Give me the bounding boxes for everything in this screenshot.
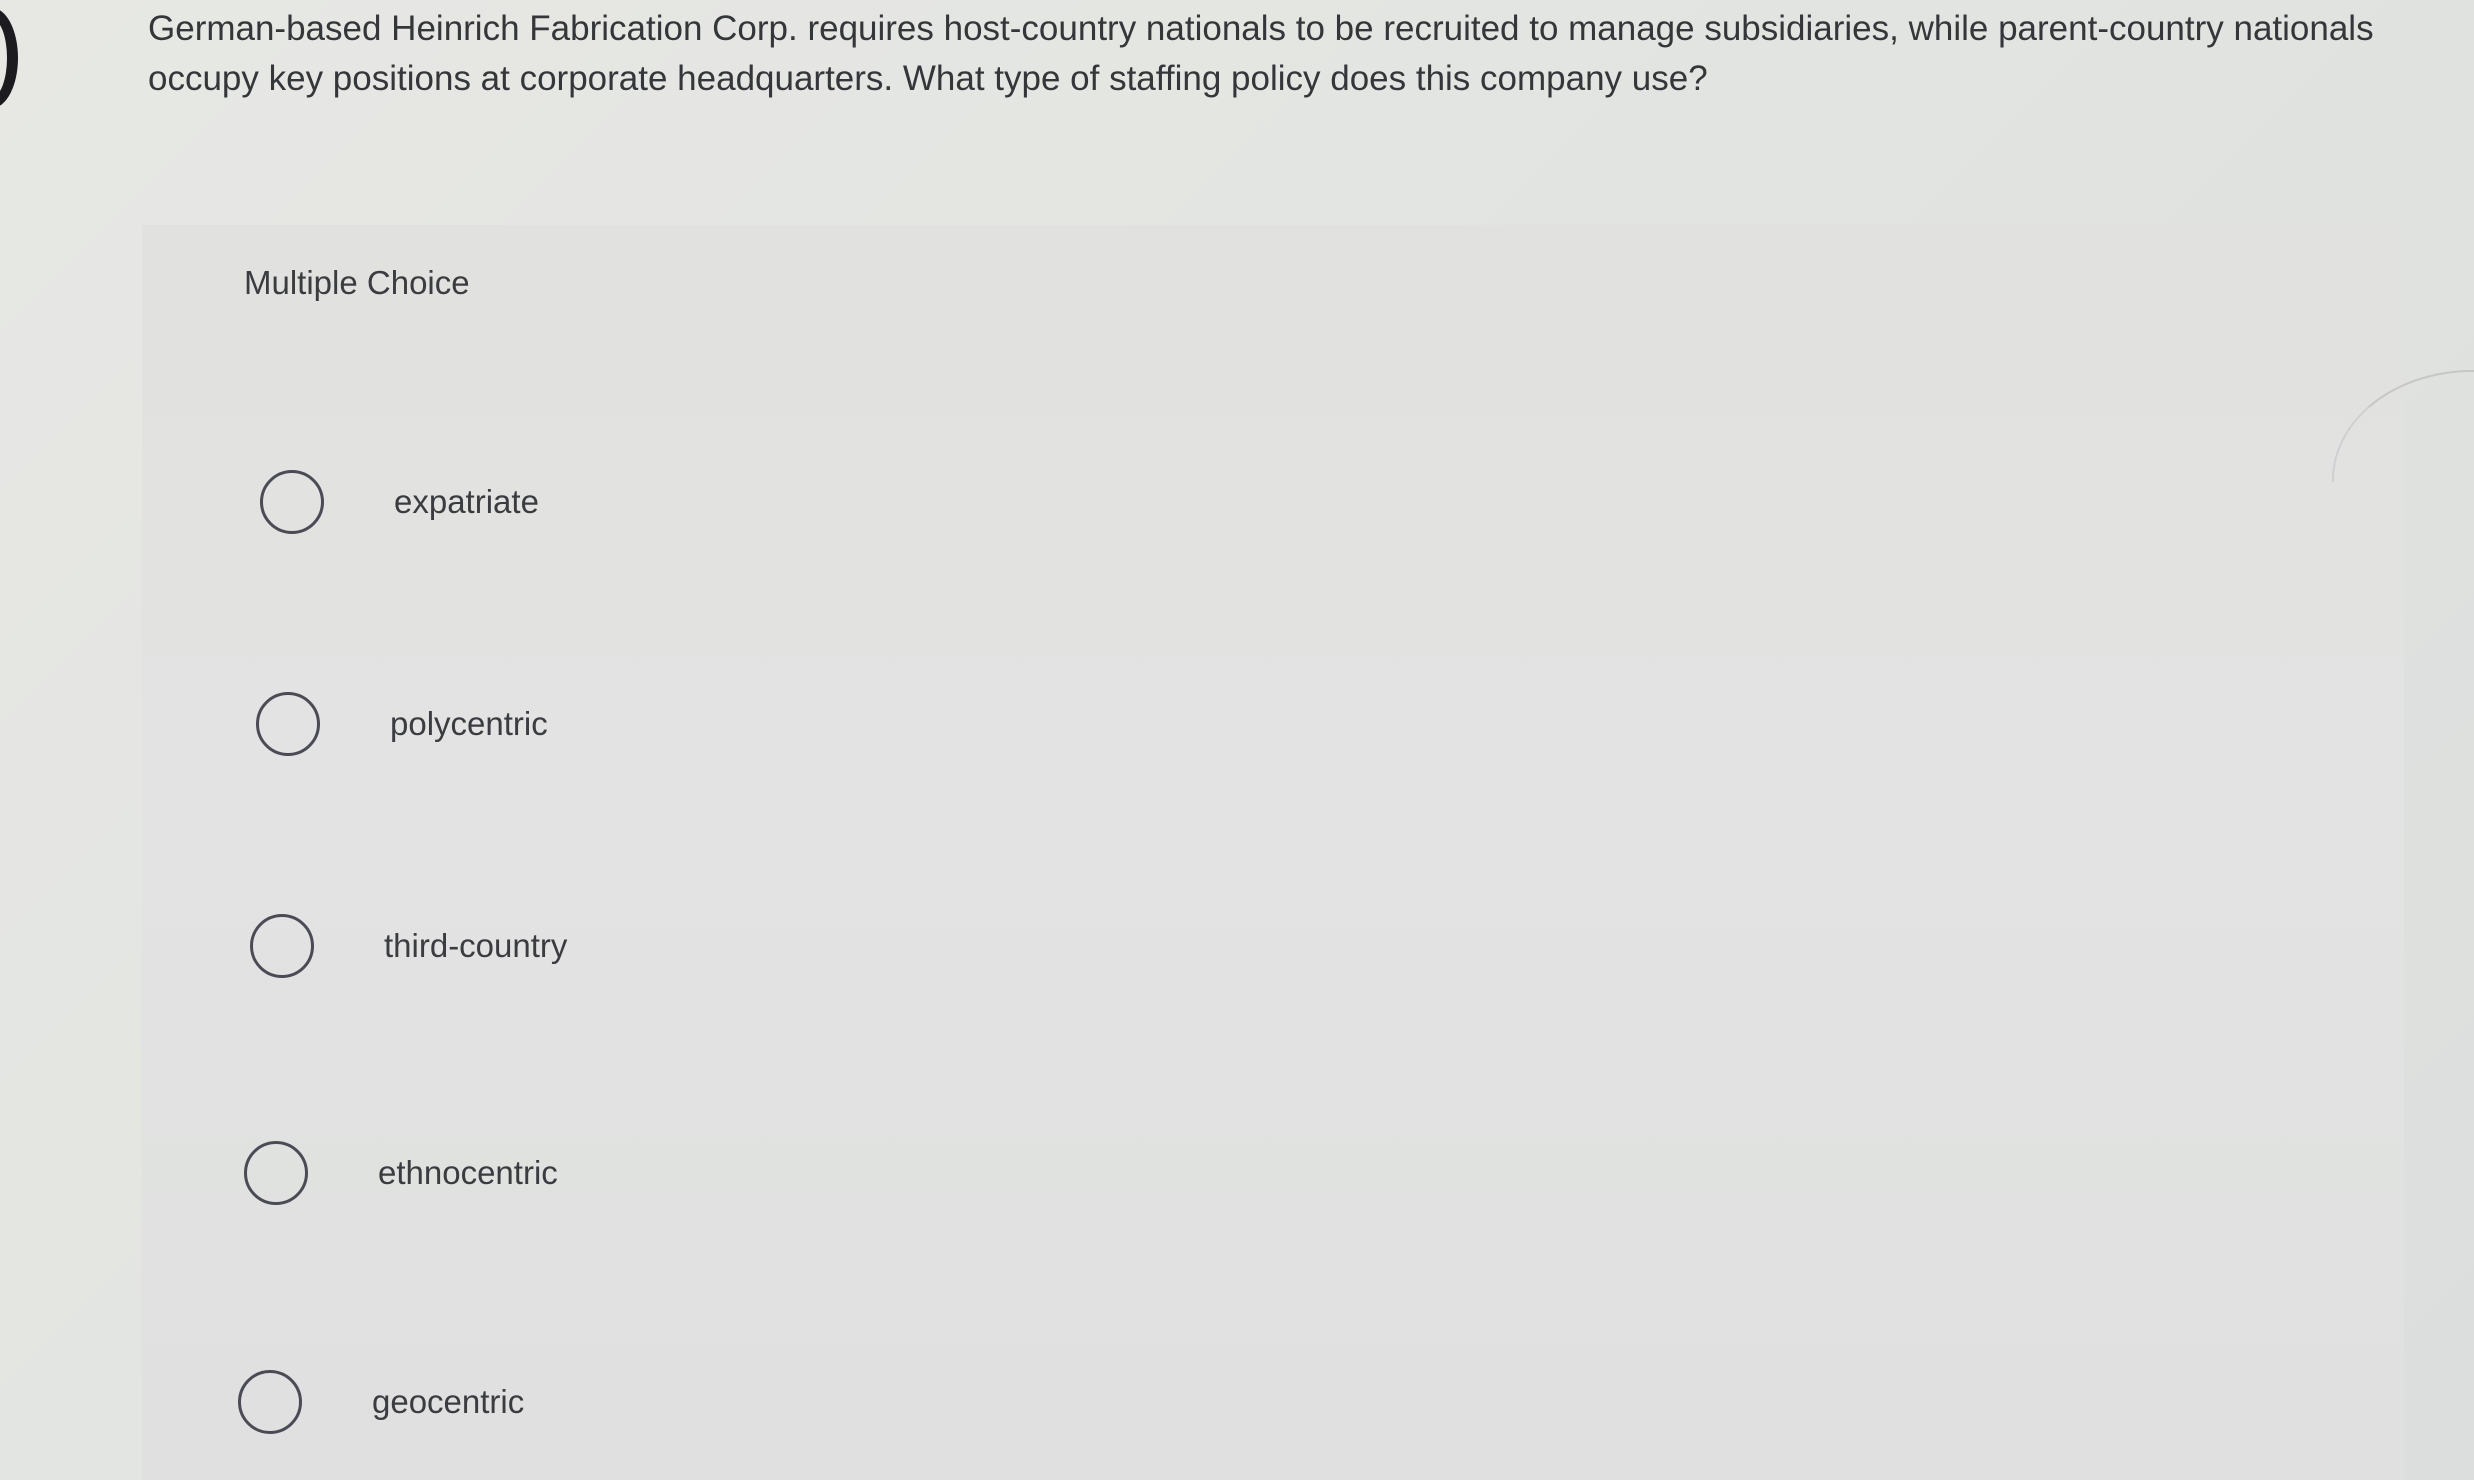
- answer-option-ethnocentric[interactable]: ethnocentric: [244, 1133, 558, 1213]
- answer-option-label[interactable]: expatriate: [394, 483, 539, 521]
- question-number-badge-edge: [0, 8, 18, 108]
- multiple-choice-heading: Multiple Choice: [244, 264, 470, 301]
- answer-option-third-country[interactable]: third-country: [250, 906, 567, 986]
- answer-option-polycentric[interactable]: polycentric: [256, 684, 548, 764]
- answer-option-label[interactable]: geocentric: [372, 1383, 524, 1421]
- answer-option-label[interactable]: ethnocentric: [378, 1154, 558, 1192]
- multiple-choice-panel: [142, 225, 2404, 1480]
- radio-button-icon[interactable]: [250, 914, 314, 978]
- answer-option-expatriate[interactable]: expatriate: [260, 462, 539, 542]
- radio-button-icon[interactable]: [244, 1141, 308, 1205]
- answer-option-geocentric[interactable]: geocentric: [238, 1362, 524, 1442]
- answer-option-label[interactable]: polycentric: [390, 705, 548, 743]
- question-text: German-based Heinrich Fabrication Corp. …: [148, 9, 2374, 98]
- radio-button-icon[interactable]: [260, 470, 324, 534]
- radio-button-icon[interactable]: [256, 692, 320, 756]
- answer-option-label[interactable]: third-country: [384, 927, 567, 965]
- radio-button-icon[interactable]: [238, 1370, 302, 1434]
